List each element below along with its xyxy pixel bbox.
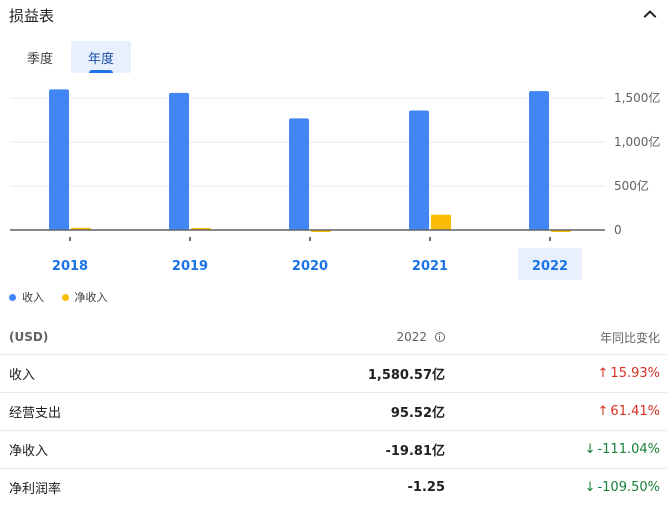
row-change: ↓ -109.50%	[585, 469, 660, 506]
panel-header: 损益表	[0, 0, 667, 30]
arrow-up-icon: ↑	[597, 404, 609, 419]
bar-revenue-2021	[409, 110, 429, 230]
x-tick-label-2018[interactable]: 2018	[52, 259, 88, 274]
bar-revenue-2019	[169, 92, 189, 230]
row-change-value: 61.41%	[610, 404, 660, 419]
row-value: -19.81亿	[385, 444, 445, 459]
tab-annual-label: 年度	[87, 51, 114, 67]
row-label: 收入	[9, 368, 36, 383]
y-tick-label: 1,500亿	[614, 90, 660, 105]
table-row-net-profit-margin: 净利润率 -1.25 ↓ -109.50%	[0, 469, 667, 506]
legend-item-net-income: 净收入	[61, 289, 108, 305]
row-value: -1.25	[407, 480, 445, 495]
bar-net-income-2021	[431, 214, 451, 230]
arrow-up-icon: ↑	[597, 366, 609, 381]
row-change-value: -111.04%	[597, 442, 660, 457]
row-change: ↑ 15.93%	[598, 355, 660, 392]
info-icon[interactable]	[435, 332, 445, 342]
revenue-bar-chart: 1,500亿 1,000亿 500亿 0 2018 2019 2020 2021 2022	[10, 89, 660, 280]
legend-dot-net-income	[61, 293, 69, 301]
row-change-value: -109.50%	[597, 480, 660, 495]
y-tick-label: 500亿	[614, 178, 649, 193]
active-tab-indicator	[89, 70, 113, 73]
bar-revenue-2018	[49, 89, 69, 230]
row-label: 净利润率	[9, 482, 62, 497]
tab-quarterly-label: 季度	[26, 51, 53, 67]
x-tick-label-2021[interactable]: 2021	[412, 259, 448, 274]
tab-quarterly[interactable]: 季度	[10, 41, 70, 73]
x-tick-label-2020[interactable]: 2020	[292, 259, 328, 274]
legend-item-revenue: 收入	[9, 289, 44, 305]
chart-legend: 收入 净收入	[9, 289, 122, 305]
row-change: ↑ 61.41%	[598, 393, 660, 430]
header-year: 2022	[396, 320, 445, 354]
arrow-down-icon: ↓	[584, 442, 596, 457]
collapse-chevron-up-icon[interactable]	[640, 4, 660, 24]
header-yoy-change: 年同比变化	[599, 330, 660, 345]
bar-revenue-2020	[289, 118, 309, 230]
tab-annual[interactable]: 年度	[71, 41, 131, 73]
financials-table: (USD) 2022 年同比变化 收入 1,580.57亿 ↑ 15.93% 经…	[0, 320, 667, 506]
header-currency: (USD)	[9, 330, 49, 344]
bar-revenue-2022	[529, 91, 549, 230]
table-header-row: (USD) 2022 年同比变化	[0, 320, 667, 355]
header-year-label: 2022	[396, 330, 427, 344]
arrow-down-icon: ↓	[584, 480, 596, 495]
table-row-operating-expense: 经营支出 95.52亿 ↑ 61.41%	[0, 393, 667, 431]
y-tick-label: 1,000亿	[614, 134, 660, 149]
table-row-net-income: 净收入 -19.81亿 ↓ -111.04%	[0, 431, 667, 469]
row-change: ↓ -111.04%	[585, 431, 660, 468]
y-tick-label: 0	[614, 223, 622, 237]
row-value: 95.52亿	[390, 406, 445, 421]
x-tick-label-2022[interactable]: 2022	[532, 259, 568, 274]
legend-label-net-income: 净收入	[74, 291, 108, 304]
legend-dot-revenue	[9, 293, 16, 301]
x-tick-label-2019[interactable]: 2019	[172, 259, 208, 274]
row-change-value: 15.93%	[610, 366, 660, 381]
row-label: 经营支出	[9, 406, 62, 421]
table-row-revenue: 收入 1,580.57亿 ↑ 15.93%	[0, 355, 667, 393]
panel-title: 损益表	[9, 7, 55, 25]
row-label: 净收入	[9, 444, 49, 459]
legend-label-revenue: 收入	[22, 291, 44, 304]
row-value: 1,580.57亿	[367, 368, 445, 383]
